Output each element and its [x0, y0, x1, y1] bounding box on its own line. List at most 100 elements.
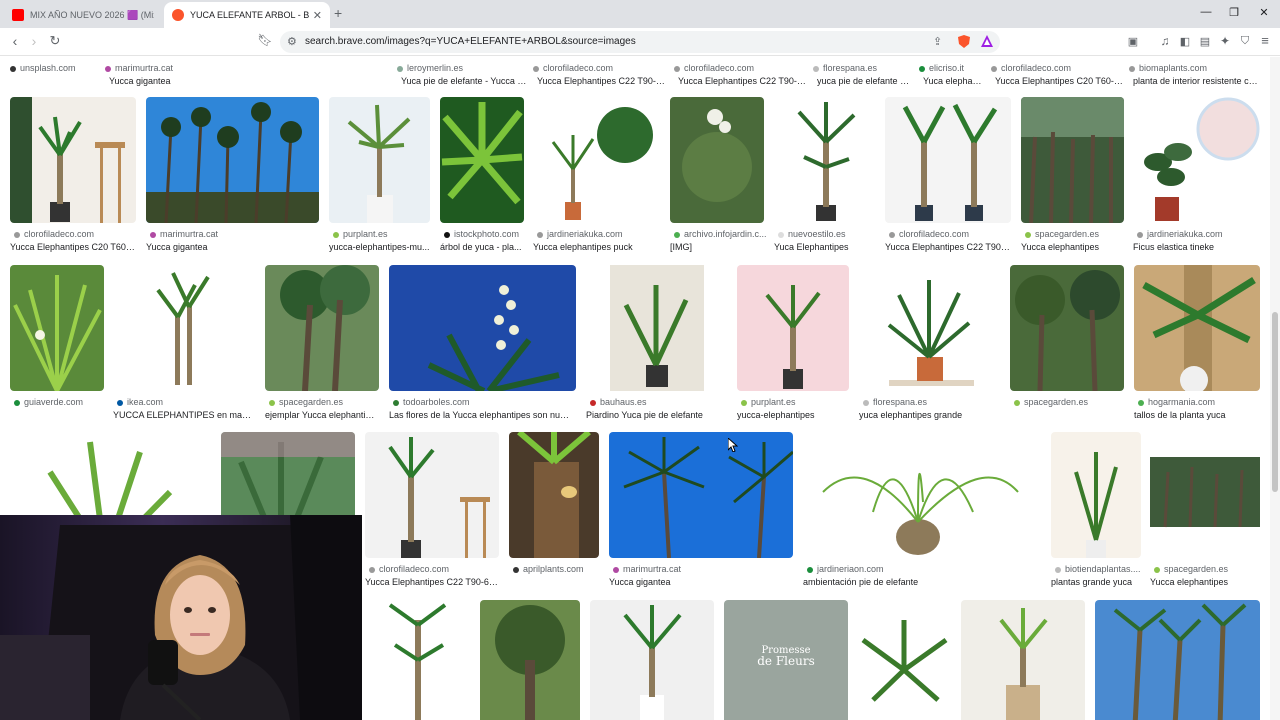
result-source[interactable]: purplant.es — [333, 229, 388, 239]
result-caption[interactable]: tallos de la planta yuca — [1134, 410, 1260, 420]
result-source[interactable]: nuevoestilo.es — [778, 229, 846, 239]
result-caption[interactable]: Yuca elephan... — [923, 76, 985, 86]
result-caption[interactable]: Yucca Elephantipes C22 T90-6... — [537, 76, 665, 86]
result-thumbnail[interactable] — [113, 265, 255, 391]
result-thumbnail[interactable] — [480, 600, 580, 720]
result-caption[interactable]: [IMG] — [670, 242, 764, 252]
result-caption[interactable]: planta de interior resistente co... — [1133, 76, 1261, 86]
result-caption[interactable]: plantas grande yuca — [1051, 577, 1141, 587]
result-source[interactable]: purplant.es — [741, 397, 796, 407]
result-thumbnail[interactable] — [859, 265, 1000, 391]
result-source[interactable]: clorofiladeco.com — [991, 63, 1071, 73]
result-thumbnail[interactable] — [1021, 97, 1124, 223]
brave-shields-icon[interactable] — [957, 34, 971, 52]
result-thumbnail[interactable] — [609, 432, 793, 558]
result-caption[interactable]: Yucca gigantea — [609, 577, 793, 587]
result-source[interactable]: clorofiladeco.com — [533, 63, 613, 73]
result-source[interactable]: bauhaus.es — [590, 397, 647, 407]
result-caption[interactable]: Yucca elephantipes — [1150, 577, 1260, 587]
result-caption[interactable]: Ficus elastica tineke — [1133, 242, 1260, 252]
site-info-icon[interactable]: ⚙︎ — [287, 35, 297, 48]
result-source[interactable]: guiaverde.com — [14, 397, 83, 407]
result-thumbnail[interactable] — [365, 432, 499, 558]
result-thumbnail[interactable] — [10, 265, 104, 391]
result-source[interactable]: clorofiladeco.com — [14, 229, 94, 239]
result-thumbnail[interactable] — [1134, 265, 1260, 391]
result-thumbnail[interactable] — [670, 97, 764, 223]
result-thumbnail[interactable] — [885, 97, 1011, 223]
result-source[interactable]: clorofiladeco.com — [369, 564, 449, 574]
result-caption[interactable]: Yucca gigantea — [109, 76, 259, 86]
restore-icon[interactable]: ❐ — [1226, 6, 1242, 19]
result-thumbnail[interactable] — [146, 97, 319, 223]
result-source[interactable]: clorofiladeco.com — [674, 63, 754, 73]
result-caption[interactable]: Yuca pie de elefante - Yucca el... — [401, 76, 529, 86]
minimize-icon[interactable]: — — [1198, 6, 1214, 18]
result-thumbnail[interactable] — [803, 432, 1041, 558]
result-caption[interactable]: Yucca Elephantipes C20 T60-... — [10, 242, 136, 252]
result-source[interactable]: unsplash.com — [10, 63, 76, 73]
result-caption[interactable]: ejemplar Yucca elephantipes — [265, 410, 379, 420]
result-caption[interactable]: yuca pie de elefante 8... — [817, 76, 911, 86]
result-caption[interactable]: yucca-elephantipes-mu... — [329, 242, 430, 252]
result-thumbnail[interactable] — [586, 265, 727, 391]
sidebar-icon[interactable]: ◧ — [1177, 35, 1193, 48]
result-source[interactable]: spacegarden.es — [1014, 397, 1088, 407]
tab-brave-search[interactable]: YUCA ELEFANTE ARBOL - Brave ✕ — [164, 2, 330, 28]
result-thumbnail[interactable] — [533, 97, 660, 223]
page-scrollbar[interactable] — [1270, 57, 1280, 720]
result-caption[interactable]: Yucca Elephantipes C22 T90-... — [885, 242, 1011, 252]
result-thumbnail[interactable] — [265, 265, 379, 391]
result-source[interactable]: biotiendaplantas.... — [1055, 564, 1141, 574]
result-caption[interactable]: Yucca elephantipes puck — [533, 242, 660, 252]
back-icon[interactable]: ‹ — [7, 33, 23, 49]
result-thumbnail[interactable] — [10, 97, 136, 223]
result-source[interactable]: archivo.infojardin.c... — [674, 229, 767, 239]
result-source[interactable]: marimurtra.cat — [613, 564, 681, 574]
result-caption[interactable]: árbol de yuca - pla... — [440, 242, 524, 252]
result-thumbnail[interactable] — [737, 265, 849, 391]
media-icon[interactable]: ♫ — [1157, 34, 1173, 48]
result-source[interactable]: jardineriakuka.com — [1137, 229, 1223, 239]
result-thumbnail[interactable] — [961, 600, 1085, 720]
result-source[interactable]: ikea.com — [117, 397, 163, 407]
result-source[interactable]: biomaplants.com — [1129, 63, 1207, 73]
result-thumbnail[interactable] — [1051, 432, 1141, 558]
result-thumbnail[interactable] — [440, 97, 524, 223]
result-thumbnail[interactable] — [1150, 432, 1260, 558]
result-thumbnail[interactable]: Promesse de Fleurs — [724, 600, 848, 720]
result-thumbnail[interactable] — [774, 97, 875, 223]
result-source[interactable]: marimurtra.cat — [150, 229, 218, 239]
result-thumbnail[interactable] — [590, 600, 714, 720]
reader-icon[interactable]: ▣ — [1125, 35, 1141, 48]
vpn-icon[interactable]: ⛉ — [1237, 35, 1253, 48]
result-caption[interactable]: Yuca Elephantipes — [774, 242, 875, 252]
result-thumbnail[interactable] — [1133, 97, 1260, 223]
result-thumbnail[interactable] — [329, 97, 430, 223]
brave-rewards-icon[interactable] — [980, 34, 994, 51]
result-source[interactable]: spacegarden.es — [269, 397, 343, 407]
result-thumbnail[interactable] — [509, 432, 599, 558]
result-caption[interactable]: Las flores de la Yucca elephantipes son … — [389, 410, 576, 420]
result-source[interactable]: istockphoto.com — [444, 229, 519, 239]
result-thumbnail[interactable] — [365, 600, 470, 720]
result-thumbnail[interactable] — [858, 600, 951, 720]
result-source[interactable]: florespana.es — [863, 397, 927, 407]
result-source[interactable]: jardineriaon.com — [807, 564, 884, 574]
result-caption[interactable]: yuca elephantipes grande — [859, 410, 1000, 420]
leo-ai-icon[interactable]: ✦ — [1217, 34, 1233, 48]
result-source[interactable]: spacegarden.es — [1025, 229, 1099, 239]
result-source[interactable]: hogarmania.com — [1138, 397, 1215, 407]
result-source[interactable]: elicriso.it — [919, 63, 964, 73]
result-caption[interactable]: Yucca elephantipes — [1021, 242, 1124, 252]
wallet-icon[interactable]: ▤ — [1197, 35, 1213, 48]
reload-icon[interactable]: ↻ — [47, 33, 63, 49]
result-caption[interactable]: Piardino Yuca pie de elefante — [586, 410, 727, 420]
close-window-icon[interactable]: ✕ — [1256, 6, 1272, 19]
new-tab-icon[interactable]: + — [334, 5, 342, 21]
address-bar[interactable]: ⚙︎ search.brave.com/images?q=YUCA+ELEFAN… — [280, 31, 1000, 53]
result-thumbnail[interactable] — [389, 265, 576, 391]
result-caption[interactable]: yucca-elephantipes — [737, 410, 849, 420]
result-caption[interactable]: YUCCA ELEPHANTIPES en macet... — [113, 410, 255, 420]
tab-youtube[interactable]: MIX AÑO NUEVO 2026 🟪 (Mix — [4, 2, 162, 28]
